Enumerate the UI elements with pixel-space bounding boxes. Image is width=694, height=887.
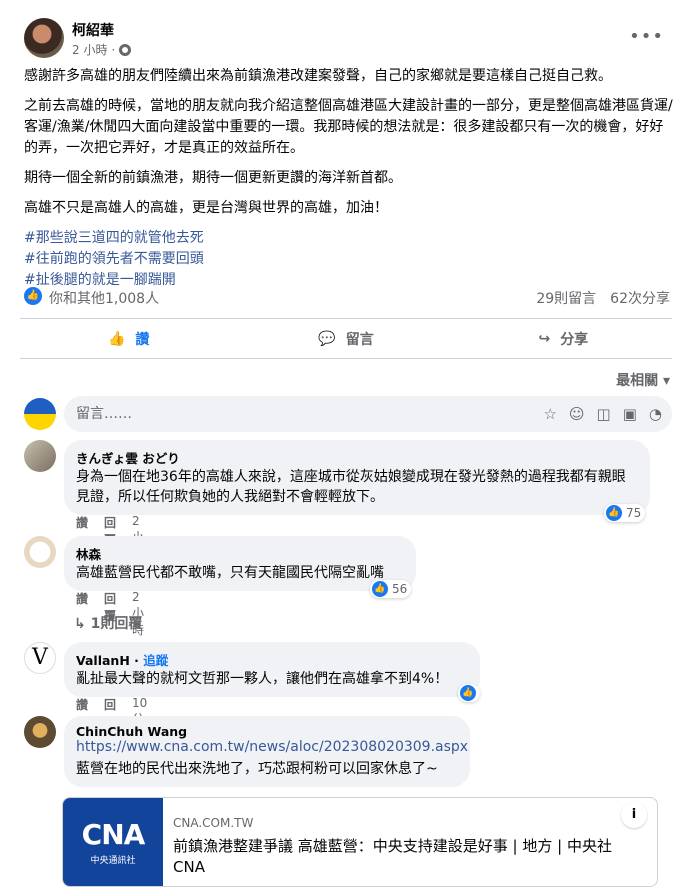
comment-composer: 留言…… ☆ ☺ ◫ ▣ ◔	[24, 396, 672, 432]
reaction-count: 75	[626, 506, 642, 520]
sticker-icon[interactable]: ◔	[649, 396, 662, 432]
hashtags: #那些說三道四的就管他去死 #往前跑的領先者不需要回頭 #扯後腿的就是一腳踹開	[24, 228, 674, 291]
commenter-avatar[interactable]	[24, 536, 56, 568]
user-avatar	[24, 398, 56, 430]
comment-icon: 💬	[318, 331, 336, 347]
like-reaction-icon: 👍	[606, 505, 622, 521]
like-reaction-icon: 👍	[460, 685, 476, 701]
sort-label: 最相關	[616, 373, 659, 389]
reaction-count: 56	[392, 582, 408, 596]
cna-logo: CNA 中央通訊社	[63, 798, 163, 886]
share-icon: ↪	[538, 331, 551, 347]
comment-input[interactable]: 留言…… ☆ ☺ ◫ ▣ ◔	[64, 396, 672, 432]
replies-label: 1則回覆	[90, 616, 143, 632]
comment-bubble: 林森 高雄藍營民代都不敢嘴，只有天龍國民代隔空亂嘴	[64, 536, 416, 591]
author-avatar[interactable]	[24, 18, 64, 58]
post-paragraph: 之前去高雄的時候，當地的朋友就向我介紹這整個高雄港區大建設計畫的一部分，更是整個…	[24, 98, 673, 156]
card-domain: CNA.COM.TW	[173, 816, 254, 830]
card-title[interactable]: 前鎮漁港整建爭議 高雄藍營：中央支持建設是好事 | 地方 | 中央社 CNA	[173, 836, 643, 878]
author-name[interactable]: 柯紹華	[72, 20, 114, 40]
divider	[20, 318, 672, 319]
chevron-down-icon: ▾	[662, 373, 670, 389]
comment-bubble: ChinChuh Wang https://www.cna.com.tw/new…	[64, 716, 470, 787]
comment-link[interactable]: https://www.cna.com.tw/news/aloc/2023080…	[76, 739, 468, 755]
commenter-avatar[interactable]	[24, 440, 56, 472]
more-options-icon[interactable]: •••	[629, 26, 664, 47]
comment-bubble: VallanH · 追蹤 亂扯最大聲的就柯文哲那一夥人，讓他們在高雄拿不到4%！	[64, 642, 480, 697]
commenter-name[interactable]: ChinChuh Wang	[76, 724, 458, 739]
comments-count[interactable]: 29則留言	[536, 288, 596, 308]
share-button[interactable]: ↪ 分享	[455, 320, 672, 358]
comment-bubble: きんぎょ雲 おどり 身為一個在地36年的高雄人來說，這座城市從灰姑娘變成現在發光…	[64, 440, 650, 515]
commenter-name[interactable]: 林森	[76, 544, 404, 563]
comment-text: 藍營在地的民代出來洗地了，巧芯跟柯粉可以回家休息了~	[76, 761, 438, 777]
view-replies-link[interactable]: ↳ 1則回覆	[74, 613, 142, 633]
share-label: 分享	[560, 332, 589, 348]
commenter-avatar[interactable]	[24, 716, 56, 748]
post-header: 柯紹華 2 小時 · •••	[24, 16, 674, 60]
post-time[interactable]: 2 小時	[72, 41, 107, 58]
likes-count[interactable]: 你和其他1,008人	[49, 288, 159, 308]
commenter-name[interactable]: きんぎょ雲 おどり	[76, 448, 638, 467]
commenter-avatar[interactable]: V	[24, 642, 56, 674]
comment-text: 亂扯最大聲的就柯文哲那一夥人，讓他們在高雄拿不到4%！	[76, 671, 449, 687]
comment-text: 身為一個在地36年的高雄人來說，這座城市從灰姑娘變成現在發光發熱的過程我都有親眼…	[76, 469, 626, 505]
shares-count[interactable]: 62次分享	[610, 288, 670, 308]
comment-reactions[interactable]: 👍 56	[370, 580, 412, 598]
like-button[interactable]: 👍 讚	[20, 320, 237, 358]
post-meta: 2 小時 ·	[72, 41, 132, 58]
hashtag-link[interactable]: #那些說三道四的就管他去死	[24, 228, 674, 249]
info-icon[interactable]: i	[621, 802, 647, 828]
post-body: 感謝許多高雄的朋友們陸續出來為前鎮漁港改建案發聲，自己的家鄉就是要這樣自己挺自己…	[24, 66, 674, 291]
emoji-icon[interactable]: ☺	[569, 396, 585, 432]
post-actions: 👍 讚 💬 留言 ↪ 分享	[20, 320, 672, 358]
composer-icons: ☆ ☺ ◫ ▣ ◔	[543, 396, 662, 432]
gif-icon[interactable]: ▣	[623, 396, 637, 432]
post-stats: 👍 你和其他1,008人 29則留言 62次分享	[24, 286, 670, 308]
camera-icon[interactable]: ◫	[597, 396, 611, 432]
thumbs-up-icon: 👍	[107, 331, 126, 347]
comment-label: 留言	[345, 332, 374, 348]
cna-logo-subtext: 中央通訊社	[90, 856, 136, 866]
globe-icon	[119, 43, 132, 56]
comment-reactions[interactable]: 👍	[458, 684, 480, 702]
like-label: 讚	[135, 332, 150, 348]
comment-placeholder: 留言……	[76, 406, 132, 422]
follow-button[interactable]: 追蹤	[143, 653, 168, 668]
divider	[20, 358, 672, 359]
comment-button[interactable]: 💬 留言	[237, 320, 454, 358]
facebook-post: 柯紹華 2 小時 · ••• 感謝許多高雄的朋友們陸續出來為前鎮漁港改建案發聲，自…	[0, 0, 694, 887]
comment-reactions[interactable]: 👍 75	[604, 504, 646, 522]
commenter-name[interactable]: VallanH	[76, 653, 130, 668]
link-preview-card[interactable]: CNA 中央通訊社 CNA.COM.TW 前鎮漁港整建爭議 高雄藍營：中央支持建…	[62, 797, 658, 887]
like-reaction-icon: 👍	[372, 581, 388, 597]
post-paragraph: 期待一個全新的前鎮漁港，期待一個更新更讚的海洋新首都。	[24, 170, 402, 186]
avatar-sticker-icon[interactable]: ☆	[543, 396, 556, 432]
like-reaction-icon: 👍	[24, 287, 42, 305]
post-paragraph: 感謝許多高雄的朋友們陸續出來為前鎮漁港改建案發聲，自己的家鄉就是要這樣自己挺自己…	[24, 68, 612, 84]
hashtag-link[interactable]: #往前跑的領先者不需要回頭	[24, 249, 674, 270]
post-paragraph: 高雄不只是高雄人的高雄，更是台灣與世界的高雄，加油！	[24, 200, 388, 216]
sort-dropdown[interactable]: 最相關 ▾	[616, 370, 670, 390]
comment-text: 高雄藍營民代都不敢嘴，只有天龍國民代隔空亂嘴	[76, 565, 384, 581]
cna-logo-text: CNA	[81, 818, 146, 851]
